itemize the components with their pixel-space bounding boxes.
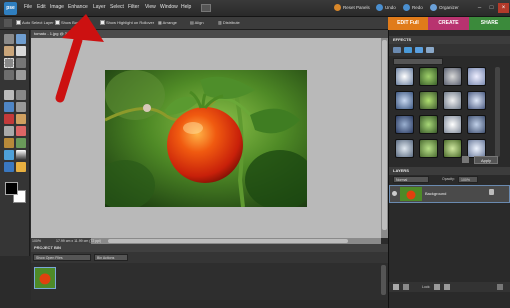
all-effects-icon[interactable] [426, 47, 434, 53]
undo-button[interactable]: Undo [376, 3, 396, 13]
effect-swatch[interactable] [419, 67, 438, 86]
tab-edit[interactable]: EDIT Full [388, 17, 428, 30]
delete-layer-icon[interactable] [497, 284, 503, 290]
photo-effects-icon[interactable] [415, 47, 423, 53]
lock-transparent-icon[interactable] [434, 284, 440, 290]
paint-bucket-tool-icon[interactable] [4, 150, 14, 160]
layer-styles-icon[interactable] [404, 47, 412, 53]
redo-button[interactable]: Redo [403, 3, 423, 13]
menu-window[interactable]: Window [160, 4, 178, 10]
effect-swatch[interactable] [419, 91, 438, 110]
layers-panel-header[interactable]: LAYERS [389, 167, 510, 175]
effects-scrollbar[interactable] [495, 67, 500, 157]
organizer-button[interactable]: Organizer [430, 3, 459, 13]
project-bin-body [31, 263, 388, 300]
reset-panels-button[interactable]: Reset Panels [334, 3, 370, 13]
distribute-button[interactable]: ▥ Distribute [218, 20, 240, 25]
layer-thumbnail [400, 187, 422, 201]
shape-tool-icon[interactable] [4, 162, 14, 172]
blur-tool-icon[interactable] [16, 162, 26, 172]
workspace-layout-icon[interactable] [201, 4, 211, 12]
healing-brush-tool-icon[interactable] [16, 114, 26, 124]
effect-swatch[interactable] [443, 91, 462, 110]
project-bin-header[interactable] [31, 244, 388, 252]
project-bin-thumbnail[interactable] [34, 267, 56, 289]
effects-panel-header[interactable]: EFFECTS [389, 36, 510, 44]
red-eye-tool-icon[interactable] [4, 114, 14, 124]
lock-all-icon[interactable] [444, 284, 450, 290]
effect-swatch[interactable] [419, 139, 438, 158]
maximize-button[interactable]: □ [486, 3, 497, 13]
effect-swatch[interactable] [467, 91, 486, 110]
layer-name: Background [425, 191, 447, 196]
adjustment-layer-icon[interactable] [403, 284, 409, 290]
layer-lock-icon [489, 189, 494, 195]
project-bin-scrollbar[interactable] [381, 265, 386, 295]
effect-swatch[interactable] [395, 139, 414, 158]
new-layer-icon[interactable] [393, 284, 399, 290]
document-size: 17.99 cm x 11.99 cm (72 ppi) [56, 239, 102, 243]
tab-create[interactable]: CREATE [428, 17, 469, 30]
eraser-tool-icon[interactable] [16, 126, 26, 136]
tab-share[interactable]: SHARE [469, 17, 510, 30]
arrange-button[interactable]: ▦ Arrange [158, 20, 177, 25]
gradient-tool-icon[interactable] [16, 150, 26, 160]
project-bin-title: PROJECT BIN [34, 245, 61, 250]
opacity-field[interactable]: 100% [458, 176, 478, 183]
minimize-button[interactable]: – [474, 3, 485, 13]
undo-icon [376, 4, 383, 12]
brush-tool-icon[interactable] [4, 138, 14, 148]
blend-mode-select[interactable]: Normal [393, 176, 429, 183]
smart-brush-tool-icon[interactable] [16, 138, 26, 148]
horizontal-scrollbar-thumb[interactable] [108, 239, 348, 243]
effect-swatch[interactable] [443, 115, 462, 134]
effect-swatch[interactable] [419, 115, 438, 134]
effect-swatch[interactable] [395, 67, 414, 86]
organizer-icon [430, 4, 437, 12]
show-files-select[interactable]: Show Open Files [33, 254, 91, 261]
align-button[interactable]: ▤ Align [190, 20, 204, 25]
foreground-color-swatch-top [5, 182, 18, 195]
clone-stamp-tool-icon[interactable] [4, 126, 14, 136]
menu-view[interactable]: View [145, 4, 156, 10]
menu-help[interactable]: Help [181, 4, 191, 10]
effect-swatch[interactable] [467, 115, 486, 134]
redo-icon [403, 4, 410, 12]
effects-category-select[interactable] [393, 58, 443, 65]
effect-swatch[interactable] [395, 91, 414, 110]
zoom-level: 100% [32, 239, 41, 243]
annotation-arrow-icon [55, 14, 104, 103]
vertical-scrollbar-thumb[interactable] [382, 40, 387, 230]
effect-swatch[interactable] [443, 139, 462, 158]
effect-swatch[interactable] [467, 67, 486, 86]
opacity-label: Opacity: [442, 177, 455, 181]
close-button[interactable]: × [498, 3, 509, 13]
reset-panels-icon [334, 4, 341, 12]
delete-effect-icon[interactable] [462, 156, 469, 163]
layer-visibility-icon[interactable] [392, 191, 397, 196]
effect-swatch[interactable] [443, 67, 462, 86]
filters-icon[interactable] [393, 47, 401, 53]
effect-swatch[interactable] [395, 115, 414, 134]
apply-button[interactable]: Apply [474, 156, 498, 164]
lock-label: Lock: [422, 285, 431, 289]
bin-actions-button[interactable]: Bin Actions [94, 254, 128, 261]
